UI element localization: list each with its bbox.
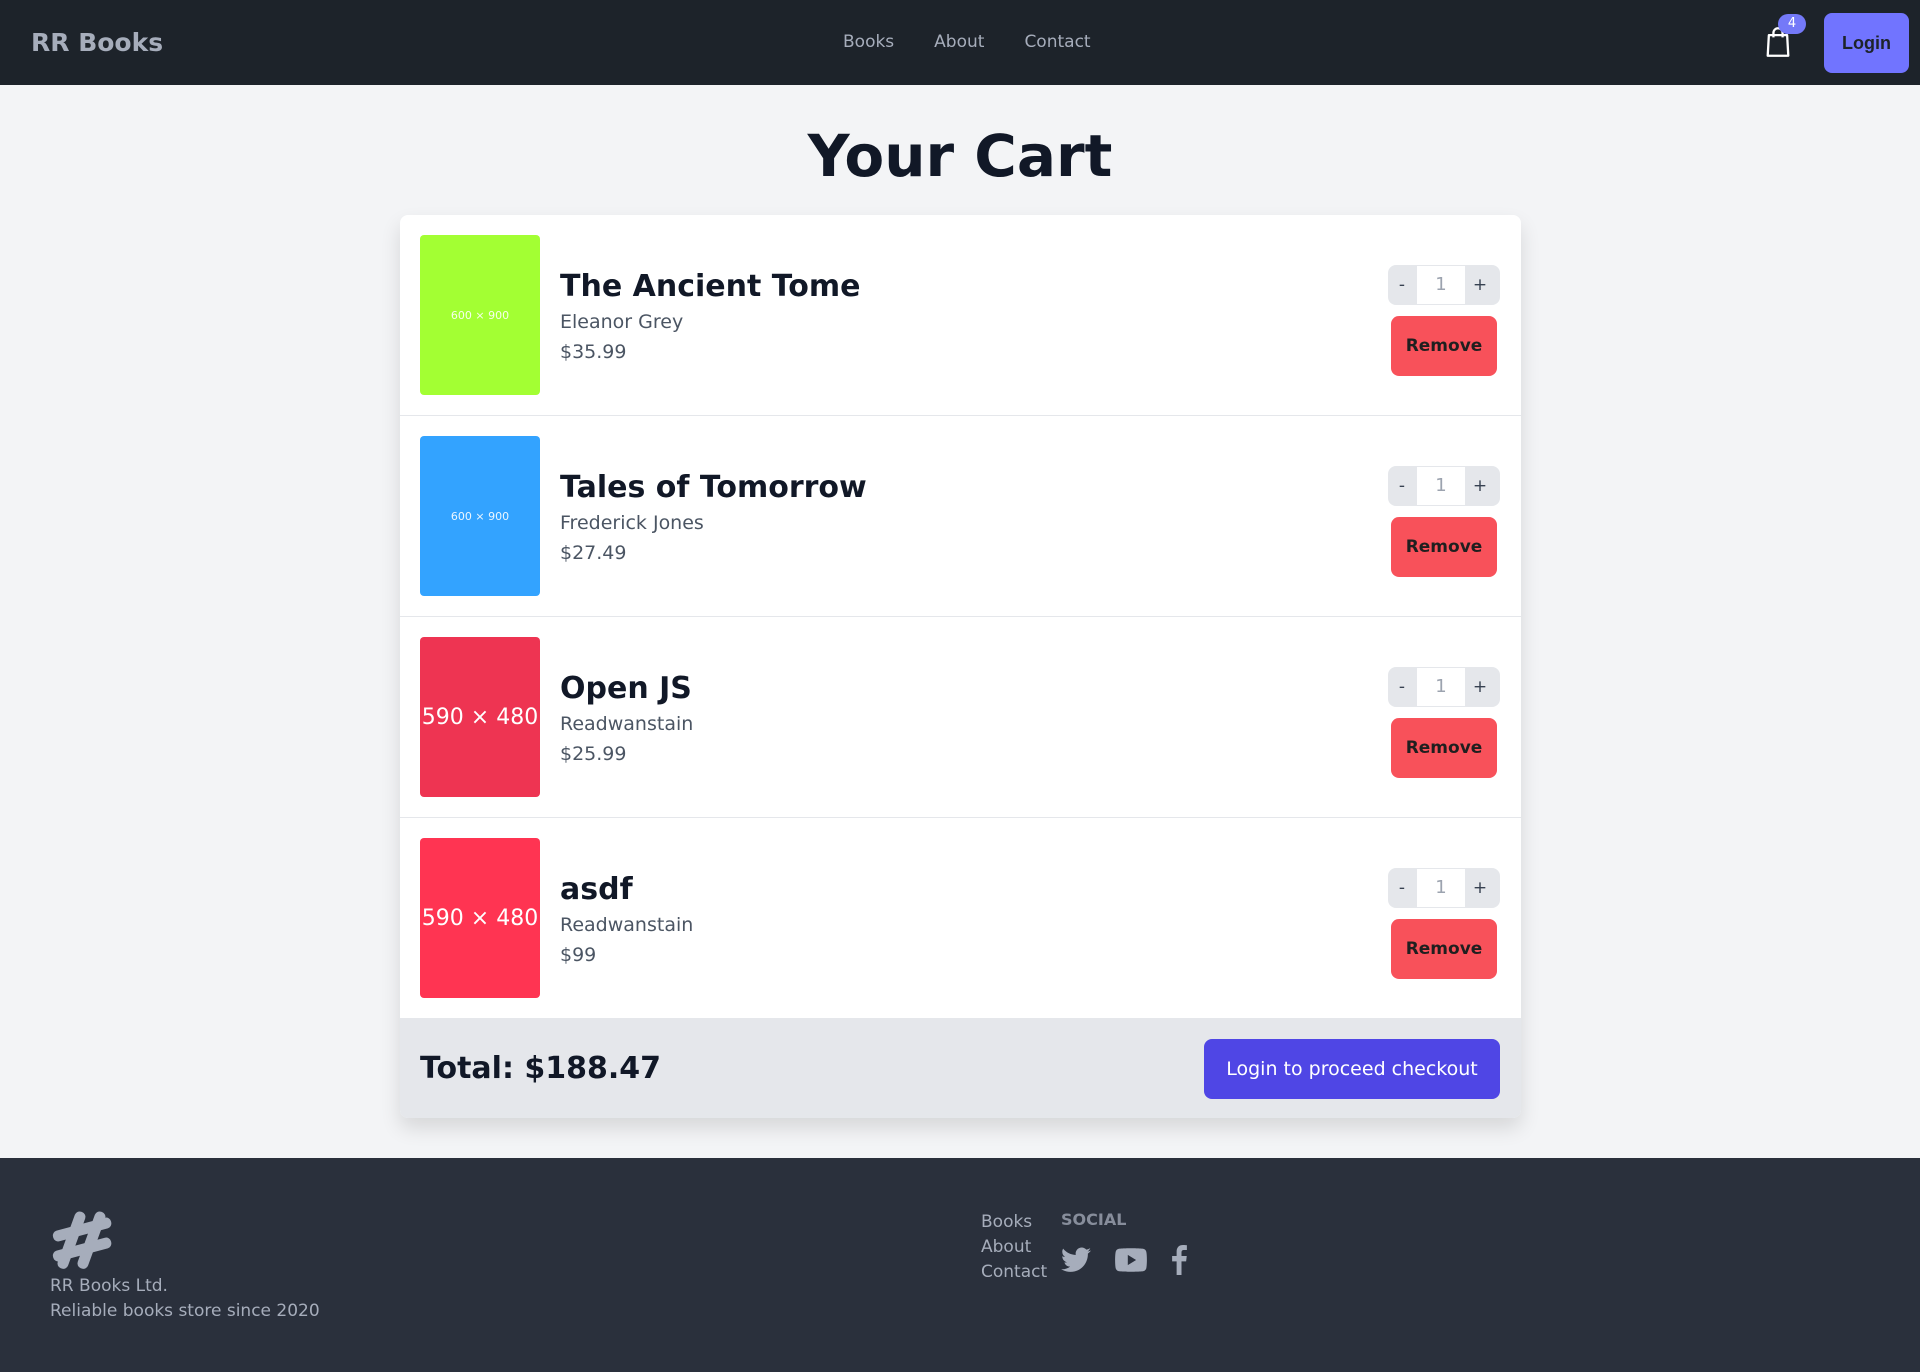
- item-author: Readwanstain: [560, 713, 694, 735]
- footer-link-contact[interactable]: Contact: [981, 1260, 1047, 1285]
- twitter-icon[interactable]: [1061, 1247, 1091, 1273]
- cover-placeholder-label: 590 × 480: [421, 905, 539, 931]
- nav-link-books[interactable]: Books: [843, 32, 894, 52]
- cart-item: 590 × 480 asdf Readwanstain $99 - 1 + Re…: [400, 818, 1521, 1019]
- nav-links: Books About Contact: [843, 32, 1091, 52]
- remove-button[interactable]: Remove: [1391, 517, 1497, 577]
- youtube-icon[interactable]: [1115, 1248, 1147, 1272]
- item-author: Eleanor Grey: [560, 311, 684, 333]
- item-title: The Ancient Tome: [560, 269, 861, 304]
- remove-button[interactable]: Remove: [1391, 316, 1497, 376]
- company-tagline: Reliable books store since 2020: [50, 1301, 320, 1321]
- brand-logo[interactable]: RR Books: [31, 28, 163, 57]
- increase-button[interactable]: +: [1466, 878, 1494, 898]
- decrease-button[interactable]: -: [1388, 476, 1416, 496]
- footer-link-books[interactable]: Books: [981, 1210, 1047, 1235]
- hashtag-logo-icon: [50, 1208, 114, 1276]
- nav-link-about[interactable]: About: [934, 32, 984, 52]
- remove-button[interactable]: Remove: [1391, 718, 1497, 778]
- quantity-stepper: - 1 +: [1388, 466, 1500, 506]
- item-info: Tales of Tomorrow Frederick Jones $27.49: [560, 468, 867, 568]
- cart-count-badge: 4: [1778, 14, 1806, 34]
- nav-link-contact[interactable]: Contact: [1024, 32, 1090, 52]
- cart-card: 600 × 900 The Ancient Tome Eleanor Grey …: [400, 215, 1521, 1118]
- quantity-input[interactable]: 1: [1416, 466, 1466, 506]
- item-price: $99: [560, 944, 597, 966]
- cart-item: 600 × 900 The Ancient Tome Eleanor Grey …: [400, 215, 1521, 416]
- footer: RR Books Ltd. Reliable books store since…: [0, 1158, 1920, 1372]
- item-author: Readwanstain: [560, 914, 694, 936]
- social-title: SOCIAL: [1061, 1210, 1127, 1229]
- book-cover-image: 600 × 900: [420, 436, 540, 596]
- quantity-input[interactable]: 1: [1416, 868, 1466, 908]
- footer-links: Books About Contact: [981, 1210, 1047, 1285]
- cart-item: 600 × 900 Tales of Tomorrow Frederick Jo…: [400, 416, 1521, 617]
- quantity-input[interactable]: 1: [1416, 265, 1466, 305]
- checkout-button[interactable]: Login to proceed checkout: [1204, 1039, 1500, 1099]
- page-title: Your Cart: [807, 122, 1113, 190]
- book-cover-image: 600 × 900: [420, 235, 540, 395]
- footer-link-about[interactable]: About: [981, 1235, 1047, 1260]
- quantity-stepper: - 1 +: [1388, 667, 1500, 707]
- item-title: Open JS: [560, 671, 692, 706]
- footer-company-info: RR Books Ltd. Reliable books store since…: [50, 1274, 320, 1324]
- increase-button[interactable]: +: [1466, 677, 1494, 697]
- item-info: Open JS Readwanstain $25.99: [560, 669, 693, 769]
- navbar: RR Books Books About Contact 4 Login: [0, 0, 1920, 85]
- login-button[interactable]: Login: [1824, 13, 1909, 73]
- item-price: $35.99: [560, 341, 627, 363]
- item-price: $27.49: [560, 542, 627, 564]
- increase-button[interactable]: +: [1466, 476, 1494, 496]
- footer-social: SOCIAL: [1061, 1210, 1187, 1275]
- quantity-stepper: - 1 +: [1388, 868, 1500, 908]
- cover-placeholder-label: 600 × 900: [450, 509, 510, 523]
- item-info: The Ancient Tome Eleanor Grey $35.99: [560, 267, 860, 367]
- item-title: asdf: [560, 872, 633, 907]
- company-name: RR Books Ltd.: [50, 1276, 168, 1296]
- cart-summary: Total: $188.47 Login to proceed checkout: [400, 1018, 1521, 1118]
- book-cover-image: 590 × 480: [420, 838, 540, 998]
- item-info: asdf Readwanstain $99: [560, 870, 693, 970]
- cart-item: 590 × 480 Open JS Readwanstain $25.99 - …: [400, 617, 1521, 818]
- remove-button[interactable]: Remove: [1391, 919, 1497, 979]
- increase-button[interactable]: +: [1466, 275, 1494, 295]
- decrease-button[interactable]: -: [1388, 878, 1416, 898]
- cover-placeholder-label: 600 × 900: [450, 308, 510, 322]
- quantity-stepper: - 1 +: [1388, 265, 1500, 305]
- decrease-button[interactable]: -: [1388, 275, 1416, 295]
- social-icons: [1061, 1245, 1187, 1275]
- item-price: $25.99: [560, 743, 627, 765]
- decrease-button[interactable]: -: [1388, 677, 1416, 697]
- cart-total: Total: $188.47: [420, 1051, 662, 1086]
- item-title: Tales of Tomorrow: [560, 470, 867, 505]
- quantity-input[interactable]: 1: [1416, 667, 1466, 707]
- cover-placeholder-label: 590 × 480: [421, 704, 539, 730]
- book-cover-image: 590 × 480: [420, 637, 540, 797]
- item-author: Frederick Jones: [560, 512, 704, 534]
- facebook-icon[interactable]: [1171, 1245, 1187, 1275]
